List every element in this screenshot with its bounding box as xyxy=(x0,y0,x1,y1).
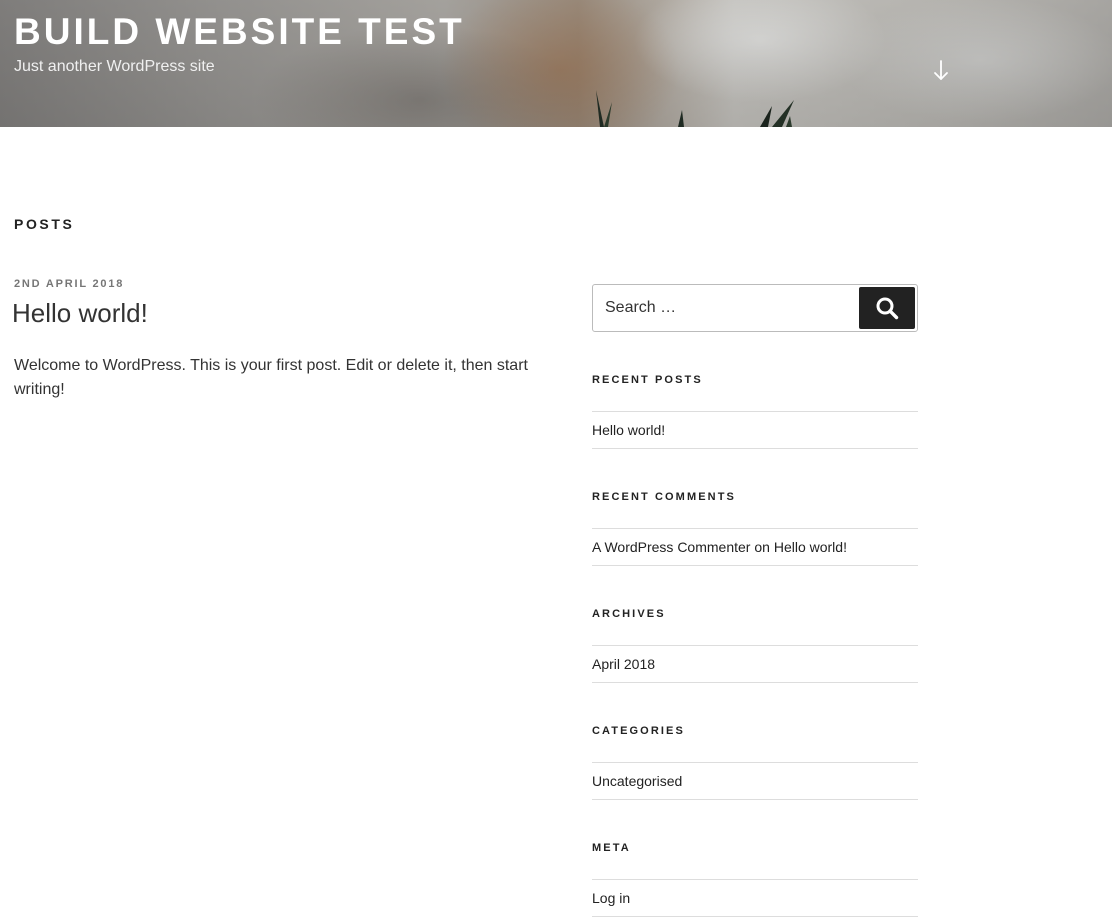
archives-title: ARCHIVES xyxy=(592,608,666,620)
scroll-down-button[interactable] xyxy=(929,58,953,82)
search-button[interactable] xyxy=(859,287,915,329)
list-item: A WordPress Commenter on Hello world! xyxy=(592,529,918,566)
post-excerpt: Welcome to WordPress. This is your first… xyxy=(14,357,528,398)
category-link[interactable]: Uncategorised xyxy=(592,773,682,789)
comment-post-link[interactable]: Hello world! xyxy=(774,539,847,555)
list-item: Hello world! xyxy=(592,412,918,449)
recent-posts-list: Hello world! xyxy=(592,411,918,449)
search-form xyxy=(592,284,918,332)
search-icon xyxy=(876,297,899,320)
list-item: Log in xyxy=(592,880,918,917)
login-link[interactable]: Log in xyxy=(592,890,630,906)
categories-title: CATEGORIES xyxy=(592,725,685,737)
page-title: POSTS xyxy=(14,216,75,232)
site-header: BUILD WEBSITE TEST Just another WordPres… xyxy=(0,0,1112,127)
categories-list: Uncategorised xyxy=(592,762,918,800)
recent-post-link[interactable]: Hello world! xyxy=(592,422,665,438)
arrow-down-icon xyxy=(934,60,948,80)
search-input[interactable] xyxy=(593,285,857,331)
recent-posts-title: RECENT POSTS xyxy=(592,374,703,386)
plant-image xyxy=(596,90,794,127)
meta-list: Log in xyxy=(592,879,918,917)
post-title-link[interactable]: Hello world! xyxy=(12,296,148,330)
list-item: April 2018 xyxy=(592,646,918,683)
site-tagline: Just another WordPress site xyxy=(14,58,215,75)
list-item: Uncategorised xyxy=(592,763,918,800)
site-title[interactable]: BUILD WEBSITE TEST xyxy=(14,10,465,54)
comment-author-link[interactable]: A WordPress Commenter xyxy=(592,539,750,555)
post-date-link[interactable]: 2ND APRIL 2018 xyxy=(14,278,124,290)
meta-title: META xyxy=(592,842,631,854)
recent-comments-title: RECENT COMMENTS xyxy=(592,491,736,503)
recent-comments-list: A WordPress Commenter on Hello world! xyxy=(592,528,918,566)
archives-list: April 2018 xyxy=(592,645,918,683)
archive-link[interactable]: April 2018 xyxy=(592,656,655,672)
comment-connector: on xyxy=(754,539,770,555)
